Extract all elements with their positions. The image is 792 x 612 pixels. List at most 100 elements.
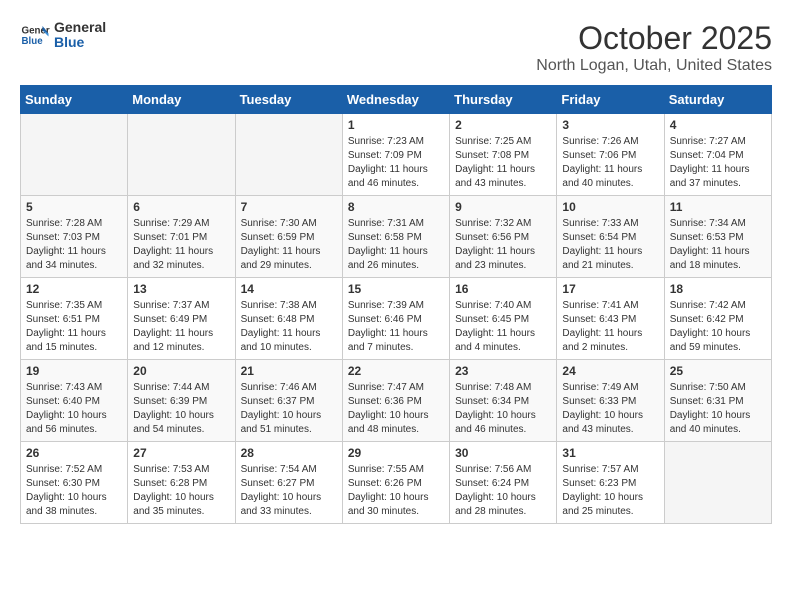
calendar-cell: 21 Sunrise: 7:46 AM Sunset: 6:37 PM Dayli… bbox=[235, 360, 342, 442]
calendar-week-row: 19Sunrise: 7:43 AM Sunset: 6:40 PM Dayli… bbox=[21, 360, 772, 442]
logo-general: General bbox=[54, 20, 106, 35]
weekday-header-tuesday: Tuesday bbox=[235, 86, 342, 114]
svg-text:Blue: Blue bbox=[22, 36, 44, 47]
day-info: Sunrise: 7:54 AM Sunset: 6:27 PM Dayligh… bbox=[241, 463, 337, 519]
day-number: 13 bbox=[133, 282, 229, 296]
day-info: Sunrise: 7:33 AM Sunset: 6:54 PM Dayligh… bbox=[562, 217, 658, 273]
day-number: 9 bbox=[455, 200, 551, 214]
day-number: 8 bbox=[348, 200, 444, 214]
day-info: Sunrise: 7:30 AM Sunset: 6:59 PM Dayligh… bbox=[241, 217, 337, 273]
day-number: 6 bbox=[133, 200, 229, 214]
day-info: Sunrise: 7:23 AM Sunset: 7:09 PM Dayligh… bbox=[348, 135, 444, 191]
day-info: Sunrise: 7:55 AM Sunset: 6:26 PM Dayligh… bbox=[348, 463, 444, 519]
weekday-header-monday: Monday bbox=[128, 86, 235, 114]
day-number: 24 bbox=[562, 364, 658, 378]
day-number: 22 bbox=[348, 364, 444, 378]
day-number: 17 bbox=[562, 282, 658, 296]
day-info: Sunrise: 7:39 AM Sunset: 6:46 PM Dayligh… bbox=[348, 299, 444, 355]
logo-icon: General Blue bbox=[20, 20, 50, 50]
day-info: Sunrise: 7:42 AM Sunset: 6:42 PM Dayligh… bbox=[670, 299, 766, 355]
logo-blue: Blue bbox=[54, 35, 106, 50]
day-number: 26 bbox=[26, 446, 122, 460]
day-number: 4 bbox=[670, 118, 766, 132]
day-number: 12 bbox=[26, 282, 122, 296]
calendar-cell: 24Sunrise: 7:49 AM Sunset: 6:33 PM Dayli… bbox=[557, 360, 664, 442]
calendar-cell: 1Sunrise: 7:23 AM Sunset: 7:09 PM Daylig… bbox=[342, 114, 449, 196]
day-number: 2 bbox=[455, 118, 551, 132]
calendar-cell: 2 Sunrise: 7:25 AM Sunset: 7:08 PM Daylig… bbox=[450, 114, 557, 196]
calendar-week-row: 1Sunrise: 7:23 AM Sunset: 7:09 PM Daylig… bbox=[21, 114, 772, 196]
day-info: Sunrise: 7:46 AM Sunset: 6:37 PM Dayligh… bbox=[241, 381, 337, 437]
weekday-header-row: SundayMondayTuesdayWednesdayThursdayFrid… bbox=[21, 86, 772, 114]
weekday-header-wednesday: Wednesday bbox=[342, 86, 449, 114]
day-info: Sunrise: 7:57 AM Sunset: 6:23 PM Dayligh… bbox=[562, 463, 658, 519]
calendar-week-row: 26 Sunrise: 7:52 AM Sunset: 6:30 PM Dayli… bbox=[21, 442, 772, 524]
day-number: 20 bbox=[133, 364, 229, 378]
day-info: Sunrise: 7:27 AM Sunset: 7:04 PM Dayligh… bbox=[670, 135, 766, 191]
calendar-cell: 13 Sunrise: 7:37 AM Sunset: 6:49 PM Dayli… bbox=[128, 278, 235, 360]
calendar-cell bbox=[235, 114, 342, 196]
day-info: Sunrise: 7:38 AM Sunset: 6:48 PM Dayligh… bbox=[241, 299, 337, 355]
calendar-cell: 3 Sunrise: 7:26 AM Sunset: 7:06 PM Daylig… bbox=[557, 114, 664, 196]
day-number: 27 bbox=[133, 446, 229, 460]
day-number: 5 bbox=[26, 200, 122, 214]
calendar-cell: 19Sunrise: 7:43 AM Sunset: 6:40 PM Dayli… bbox=[21, 360, 128, 442]
day-number: 3 bbox=[562, 118, 658, 132]
day-number: 7 bbox=[241, 200, 337, 214]
day-info: Sunrise: 7:37 AM Sunset: 6:49 PM Dayligh… bbox=[133, 299, 229, 355]
calendar-cell: 8Sunrise: 7:31 AM Sunset: 6:58 PM Daylig… bbox=[342, 196, 449, 278]
day-info: Sunrise: 7:28 AM Sunset: 7:03 PM Dayligh… bbox=[26, 217, 122, 273]
calendar-cell: 18 Sunrise: 7:42 AM Sunset: 6:42 PM Dayli… bbox=[664, 278, 771, 360]
weekday-header-friday: Friday bbox=[557, 86, 664, 114]
day-info: Sunrise: 7:53 AM Sunset: 6:28 PM Dayligh… bbox=[133, 463, 229, 519]
weekday-header-sunday: Sunday bbox=[21, 86, 128, 114]
calendar-page: General Blue General Blue October 2025 N… bbox=[0, 0, 792, 534]
day-number: 28 bbox=[241, 446, 337, 460]
calendar-cell: 29 Sunrise: 7:55 AM Sunset: 6:26 PM Dayli… bbox=[342, 442, 449, 524]
calendar-cell: 22 Sunrise: 7:47 AM Sunset: 6:36 PM Dayli… bbox=[342, 360, 449, 442]
calendar-cell: 23 Sunrise: 7:48 AM Sunset: 6:34 PM Dayli… bbox=[450, 360, 557, 442]
day-info: Sunrise: 7:26 AM Sunset: 7:06 PM Dayligh… bbox=[562, 135, 658, 191]
calendar-cell bbox=[21, 114, 128, 196]
day-number: 31 bbox=[562, 446, 658, 460]
calendar-cell: 11 Sunrise: 7:34 AM Sunset: 6:53 PM Dayli… bbox=[664, 196, 771, 278]
day-info: Sunrise: 7:56 AM Sunset: 6:24 PM Dayligh… bbox=[455, 463, 551, 519]
day-info: Sunrise: 7:25 AM Sunset: 7:08 PM Dayligh… bbox=[455, 135, 551, 191]
day-info: Sunrise: 7:47 AM Sunset: 6:36 PM Dayligh… bbox=[348, 381, 444, 437]
calendar-cell bbox=[664, 442, 771, 524]
day-info: Sunrise: 7:29 AM Sunset: 7:01 PM Dayligh… bbox=[133, 217, 229, 273]
calendar-cell: 27 Sunrise: 7:53 AM Sunset: 6:28 PM Dayli… bbox=[128, 442, 235, 524]
calendar-cell: 28 Sunrise: 7:54 AM Sunset: 6:27 PM Dayli… bbox=[235, 442, 342, 524]
day-info: Sunrise: 7:50 AM Sunset: 6:31 PM Dayligh… bbox=[670, 381, 766, 437]
day-info: Sunrise: 7:52 AM Sunset: 6:30 PM Dayligh… bbox=[26, 463, 122, 519]
day-info: Sunrise: 7:48 AM Sunset: 6:34 PM Dayligh… bbox=[455, 381, 551, 437]
calendar-cell: 15Sunrise: 7:39 AM Sunset: 6:46 PM Dayli… bbox=[342, 278, 449, 360]
day-info: Sunrise: 7:32 AM Sunset: 6:56 PM Dayligh… bbox=[455, 217, 551, 273]
day-info: Sunrise: 7:44 AM Sunset: 6:39 PM Dayligh… bbox=[133, 381, 229, 437]
day-info: Sunrise: 7:34 AM Sunset: 6:53 PM Dayligh… bbox=[670, 217, 766, 273]
day-number: 18 bbox=[670, 282, 766, 296]
day-number: 14 bbox=[241, 282, 337, 296]
logo: General Blue General Blue bbox=[20, 20, 106, 51]
day-number: 16 bbox=[455, 282, 551, 296]
day-number: 21 bbox=[241, 364, 337, 378]
calendar-cell: 25Sunrise: 7:50 AM Sunset: 6:31 PM Dayli… bbox=[664, 360, 771, 442]
day-number: 30 bbox=[455, 446, 551, 460]
day-info: Sunrise: 7:41 AM Sunset: 6:43 PM Dayligh… bbox=[562, 299, 658, 355]
header: General Blue General Blue October 2025 N… bbox=[20, 20, 772, 75]
calendar-cell: 10Sunrise: 7:33 AM Sunset: 6:54 PM Dayli… bbox=[557, 196, 664, 278]
calendar-cell: 30 Sunrise: 7:56 AM Sunset: 6:24 PM Dayli… bbox=[450, 442, 557, 524]
calendar-cell: 9 Sunrise: 7:32 AM Sunset: 6:56 PM Daylig… bbox=[450, 196, 557, 278]
location-title: North Logan, Utah, United States bbox=[536, 57, 772, 75]
day-number: 23 bbox=[455, 364, 551, 378]
calendar-cell: 4 Sunrise: 7:27 AM Sunset: 7:04 PM Daylig… bbox=[664, 114, 771, 196]
calendar-cell: 5 Sunrise: 7:28 AM Sunset: 7:03 PM Daylig… bbox=[21, 196, 128, 278]
calendar-cell: 16Sunrise: 7:40 AM Sunset: 6:45 PM Dayli… bbox=[450, 278, 557, 360]
day-number: 29 bbox=[348, 446, 444, 460]
day-info: Sunrise: 7:35 AM Sunset: 6:51 PM Dayligh… bbox=[26, 299, 122, 355]
title-block: October 2025 North Logan, Utah, United S… bbox=[536, 20, 772, 75]
month-title: October 2025 bbox=[536, 20, 772, 57]
day-number: 11 bbox=[670, 200, 766, 214]
calendar-week-row: 5 Sunrise: 7:28 AM Sunset: 7:03 PM Daylig… bbox=[21, 196, 772, 278]
day-info: Sunrise: 7:43 AM Sunset: 6:40 PM Dayligh… bbox=[26, 381, 122, 437]
